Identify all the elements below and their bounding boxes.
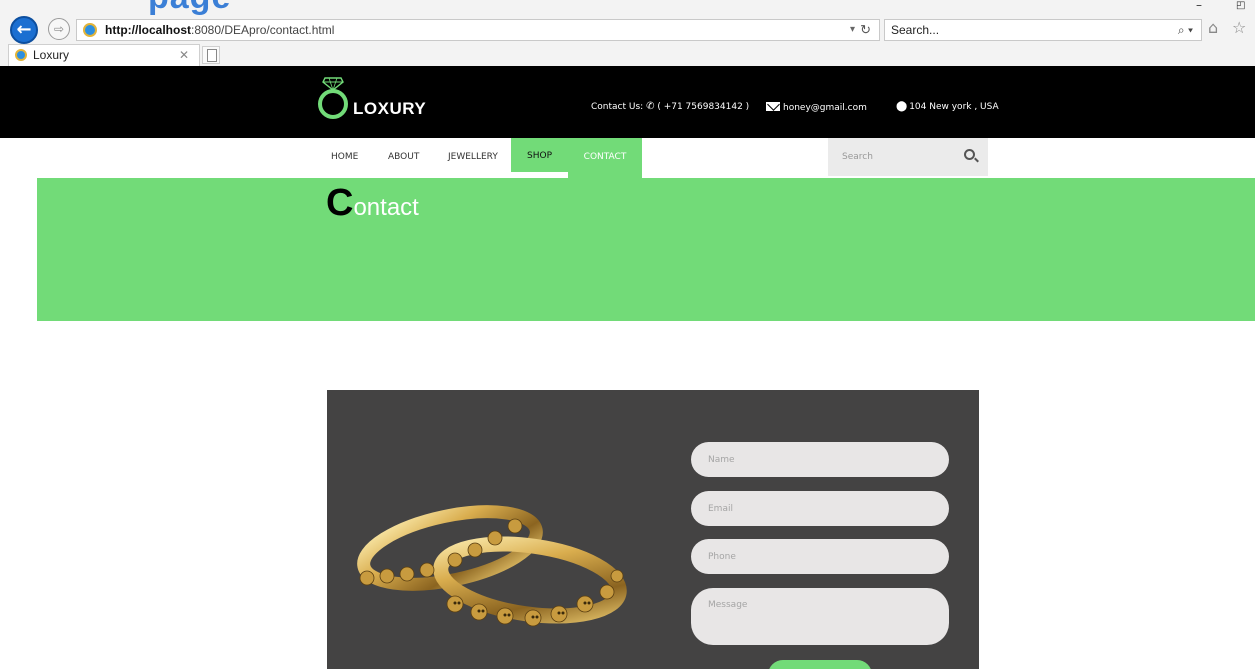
page-banner: Contact — [37, 178, 1255, 321]
nav-contact[interactable]: CONTACT — [568, 138, 642, 178]
address-bar[interactable]: http://localhost:8080/DEApro/contact.htm… — [76, 19, 880, 41]
email-input[interactable] — [691, 491, 949, 526]
site-search-input[interactable] — [842, 148, 952, 166]
star-icon[interactable]: ☆ — [1232, 18, 1246, 37]
page-title: Contact — [326, 182, 419, 225]
page-heading-fragment: page — [148, 0, 231, 17]
home-icon[interactable]: ⌂ — [1208, 18, 1218, 37]
ie-icon — [15, 49, 27, 61]
site-search — [828, 138, 988, 176]
tab-title: Loxury — [33, 48, 70, 62]
restore-icon[interactable]: ◰ — [1236, 0, 1245, 11]
main-nav: HOME ABOUT JEWELLERY SHOP CONTACT — [0, 138, 1255, 178]
map-pin-icon: ⬤ — [896, 101, 908, 112]
url-text: http://localhost:8080/DEApro/contact.htm… — [105, 23, 335, 37]
browser-tab[interactable]: Loxury ✕ — [8, 44, 200, 66]
browser-chrome: page – ◰ ← ⇨ http://localhost:8080/DEApr… — [0, 0, 1255, 66]
page-title-initial: C — [326, 182, 354, 224]
close-icon[interactable]: ✕ — [179, 45, 189, 65]
submit-button[interactable] — [768, 660, 872, 669]
refresh-icon[interactable]: ↻ — [860, 20, 871, 40]
contact-email: honey@gmail.com — [766, 101, 867, 113]
new-tab-button[interactable] — [202, 46, 220, 64]
site-header: LOXURY Contact Us: ✆ ( +71 7569834142 ) … — [0, 66, 1255, 138]
contact-phone: Contact Us: ✆ ( +71 7569834142 ) — [591, 101, 749, 112]
nav-jewellery[interactable]: JEWELLERY — [448, 138, 498, 176]
contact-label: Contact Us: — [591, 102, 644, 112]
ie-icon — [83, 23, 97, 37]
nav-shop[interactable]: SHOP — [511, 138, 568, 174]
page-title-rest: ontact — [353, 194, 419, 221]
site-logo[interactable]: LOXURY — [353, 99, 426, 119]
search-icon[interactable]: ⌕ ▾ — [1178, 20, 1193, 40]
back-button[interactable]: ← — [10, 16, 38, 44]
forward-button[interactable]: ⇨ — [48, 18, 70, 40]
email-address: honey@gmail.com — [783, 103, 867, 113]
location-text: 104 New york , USA — [909, 102, 999, 112]
phone-icon: ✆ — [646, 101, 655, 112]
search-icon[interactable] — [964, 149, 975, 160]
contact-panel — [327, 390, 979, 669]
browser-search-text: Search... — [891, 23, 940, 37]
minimize-icon[interactable]: – — [1196, 0, 1202, 12]
gold-rings-image — [357, 505, 627, 627]
phone-input[interactable] — [691, 539, 949, 574]
chevron-down-icon[interactable]: ▾ — [850, 20, 855, 40]
browser-search-box[interactable]: Search... ⌕ ▾ — [884, 19, 1202, 41]
name-input[interactable] — [691, 442, 949, 477]
message-textarea[interactable] — [691, 588, 949, 645]
contact-location: ⬤ 104 New york , USA — [896, 101, 999, 112]
ring-logo-icon — [318, 89, 348, 119]
nav-about[interactable]: ABOUT — [388, 138, 419, 176]
nav-home[interactable]: HOME — [331, 138, 358, 176]
mail-icon — [766, 102, 780, 111]
phone-number: ( +71 7569834142 ) — [657, 102, 750, 112]
